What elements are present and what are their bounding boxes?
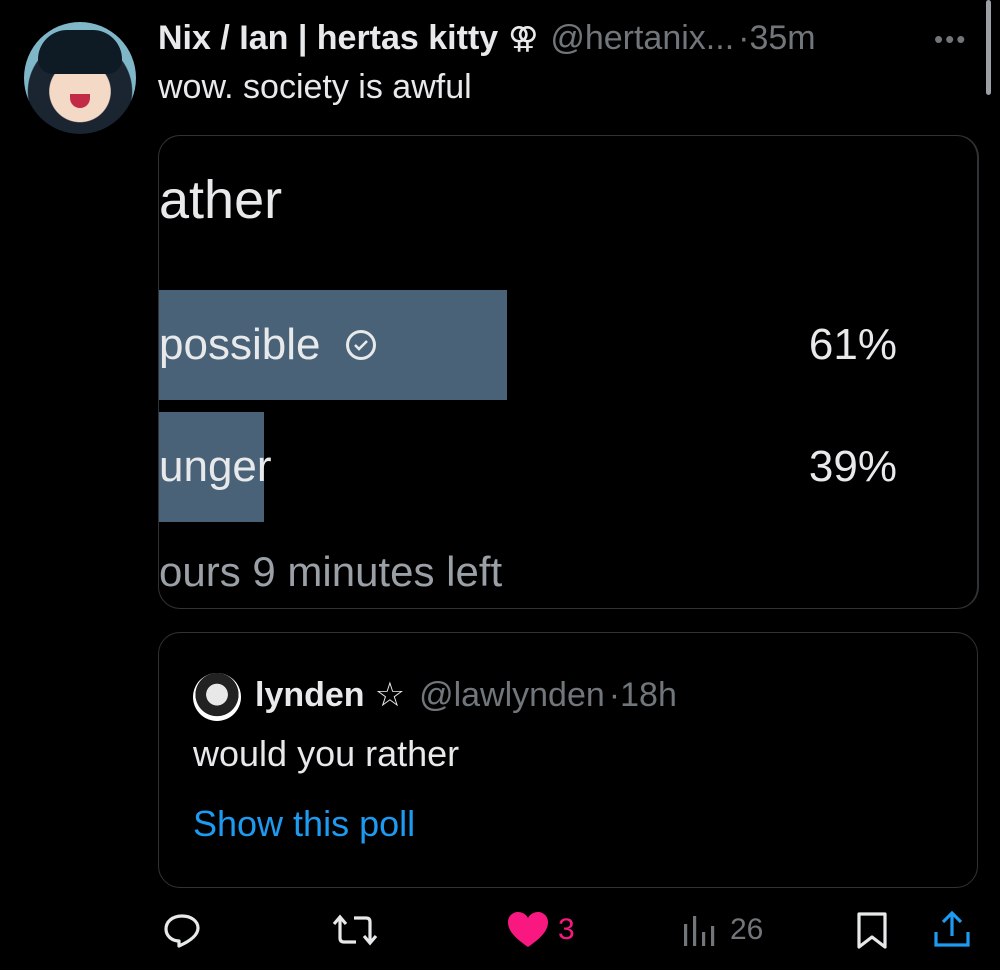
heart-icon [508,912,548,947]
tweet-time[interactable]: ·35m [738,19,815,58]
scrollbar[interactable] [986,0,991,95]
poll-time-left: ours 9 minutes left [159,548,503,595]
poll-option-1-percent: 61% [808,320,897,369]
poll-question: ather [159,170,283,230]
bookmark-button[interactable] [854,910,890,950]
quoted-author-handle[interactable]: @lawlynden [419,676,605,715]
like-count: 3 [558,913,575,946]
poll-option-1-label: possible [159,320,321,369]
show-poll-link[interactable]: Show this poll [193,803,415,845]
check-circle-icon [346,330,377,360]
poll-option-2-percent: 39% [808,442,897,491]
retweet-icon [332,914,378,946]
poll-option-2[interactable]: unger [159,412,272,522]
reply-icon [164,914,200,948]
views-button[interactable]: 26 [680,910,763,950]
quoted-tweet-header: lynden ☆ @lawlynden ·18h [255,671,677,719]
avatar-hair [38,30,122,74]
star-symbol: ☆ [374,676,406,714]
analytics-icon [684,916,715,946]
quoted-author-avatar[interactable] [193,673,241,721]
quoted-tweet-time[interactable]: ·18h [609,676,677,715]
retweet-button[interactable] [332,910,378,950]
reply-button[interactable] [162,910,202,950]
tweet-text: wow. society is awful [158,68,472,106]
more-options-icon[interactable]: ••• [934,24,967,55]
like-button[interactable]: 3 [506,910,575,950]
poll-option-1[interactable]: possible [159,290,377,400]
avatar-mouth [70,94,90,108]
tweet-actions: 3 26 [0,900,1000,960]
quoted-author-name[interactable]: lynden [255,676,365,715]
author-handle[interactable]: @hertanix... [550,19,734,58]
poll-card: ather possible 61% unger 39% ours 9 minu… [158,135,979,609]
author-avatar[interactable] [24,22,136,134]
bookmark-icon [857,912,887,949]
author-name[interactable]: Nix / Ian | hertas kitty [158,19,498,58]
view-count: 26 [730,913,764,946]
poll-option-2-label: unger [159,442,272,491]
share-icon [934,910,970,947]
quoted-tweet-text: would you rather [193,733,460,774]
share-button[interactable] [932,910,972,950]
tweet-header: Nix / Ian | hertas kitty ⚢ @hertanix... … [158,16,816,60]
pride-symbol: ⚢ [508,21,539,55]
quoted-tweet[interactable]: lynden ☆ @lawlynden ·18h would you rathe… [158,632,978,888]
